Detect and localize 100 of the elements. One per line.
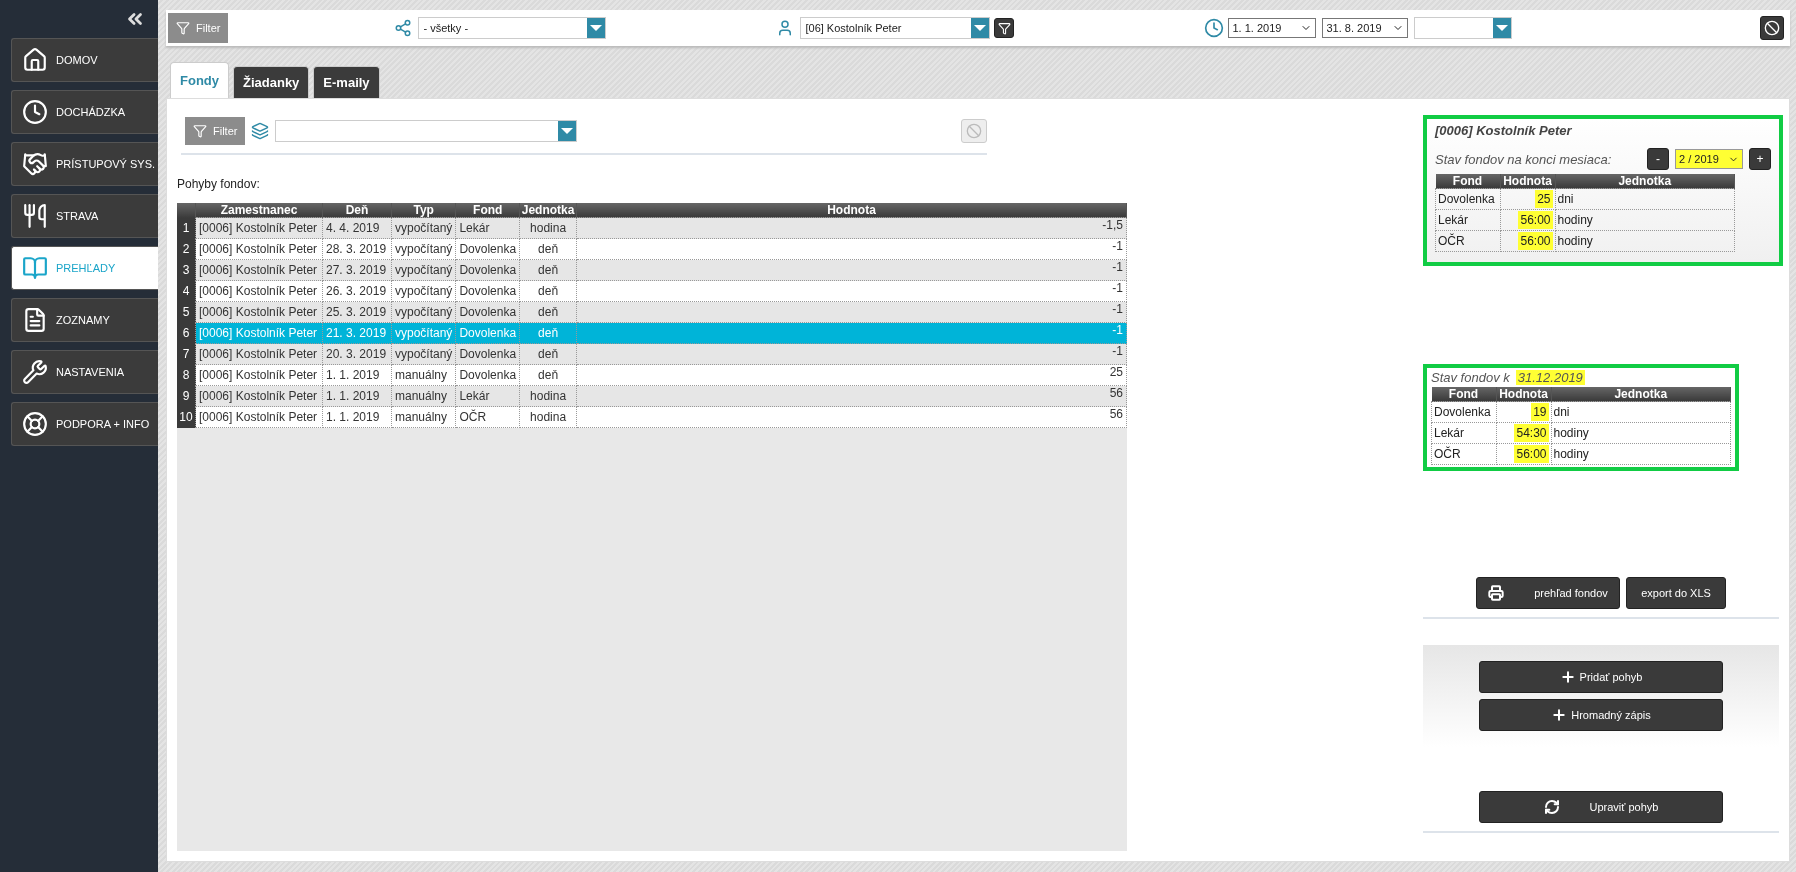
table-cell: 1. 1. 2019 [322,385,392,407]
list-icon [22,307,48,333]
table-cell: manuálny [391,406,456,428]
table-cell: -1 [576,301,1127,323]
group-select[interactable]: - všetky - [418,17,607,39]
date-label: Stav fondov k [1431,370,1510,385]
table-row[interactable]: 5 [0006] Kostolník Peter 25. 3. 2019 vypočítaný Dovolenka deň -1 [177,301,1127,323]
table-cell: 4. 4. 2019 [322,217,392,239]
table-cell: -1 [576,280,1127,302]
table-cell: 56:00 [1500,209,1555,231]
table-row[interactable]: 3 [0006] Kostolník Peter 27. 3. 2019 vypočítaný Dovolenka deň -1 [177,259,1127,281]
employee-select[interactable]: [06] Kostolník Peter [800,17,991,39]
table-cell: Dovolenka [455,238,520,260]
date-from-select[interactable]: 1. 1. 2019 [1228,18,1317,38]
table-cell: manuálny [391,385,456,407]
select-field[interactable] [1414,17,1513,39]
action-button[interactable]: Upraviť pohyb [1479,791,1723,823]
table-cell: 21. 3. 2019 [322,322,392,344]
tab[interactable]: Fondy [170,62,229,98]
layers-icon [251,122,270,140]
table-cell: 25. 3. 2019 [322,301,392,323]
table-cell: 54:30 [1496,422,1551,444]
table-cell: [0006] Kostolník Peter [195,217,323,239]
table-cell: OČR [1435,230,1500,252]
sidebar-item[interactable]: NASTAVENIA [11,350,158,394]
action-button[interactable]: export do XLS [1626,577,1726,609]
handshake-icon [22,151,48,177]
table-cell: [0006] Kostolník Peter [195,406,323,428]
table-cell: hodina [519,406,577,428]
table-cell: hodiny [1551,443,1731,465]
sidebar-item[interactable]: PODPORA + INFO [11,402,158,446]
table-cell: -1 [576,259,1127,281]
table-cell: 27. 3. 2019 [322,259,392,281]
sidebar-item[interactable]: ZOZNAMY [11,298,158,342]
sidebar-item[interactable]: DOMOV [11,38,158,82]
table-cell: hodiny [1551,422,1731,444]
column-header: Hodnota [1500,174,1555,189]
action-button[interactable]: Hromadný zápis [1479,699,1723,731]
table-row[interactable]: 7 [0006] Kostolník Peter 20. 3. 2019 vypočítaný Dovolenka deň -1 [177,343,1127,365]
table-cell: 19 [1496,401,1551,423]
table-row[interactable]: 8 [0006] Kostolník Peter 1. 1. 2019 manuálny Dovolenka deň 25 [177,364,1127,386]
sidebar-item[interactable]: STRAVA [11,194,158,238]
table-cell: dni [1555,188,1735,210]
action-button[interactable]: Pridať pohyb [1479,661,1723,693]
lifebuoy-icon [22,411,48,437]
column-header: Jednotka [1551,387,1731,402]
table-cell: -1 [576,238,1127,260]
table-cell: 1. 1. 2019 [322,406,392,428]
table-cell: [0006] Kostolník Peter [195,301,323,323]
table-cell: Lekár [1435,209,1500,231]
table-cell: deň [519,280,577,302]
table-cell: [0006] Kostolník Peter [195,259,323,281]
column-header: Hodnota [1496,387,1551,402]
book-icon [22,255,48,281]
column-header: Typ [391,203,456,218]
table-cell: vypočítaný [391,301,456,323]
action-button[interactable]: prehľad fondov [1476,577,1620,609]
table-cell: vypočítaný [391,238,456,260]
row-number: 1 [177,217,196,239]
table-cell: vypočítaný [391,259,456,281]
column-header: Fond [1435,174,1500,189]
table-row[interactable]: 2 [0006] Kostolník Peter 28. 3. 2019 vypočítaný Dovolenka deň -1 [177,238,1127,260]
table-cell: Dovolenka [455,280,520,302]
table-cell: OČR [455,406,520,428]
table-cell: 56:00 [1500,230,1555,252]
table-cell: 56 [576,406,1127,428]
row-number: 7 [177,343,196,365]
date-to-select[interactable]: 31. 8. 2019 [1322,18,1409,38]
row-number: 4 [177,280,196,302]
table-cell: -1 [576,343,1127,365]
tab[interactable]: E-maily [313,66,380,98]
table-cell: deň [519,259,577,281]
table-cell: [0006] Kostolník Peter [195,280,323,302]
sidebar-item[interactable]: DOCHÁDZKA [11,90,158,134]
table-cell: hodina [519,385,577,407]
select-field[interactable] [275,120,578,142]
sidebar-item[interactable]: PRÍSTUPOVÝ SYS. [11,142,158,186]
next-button[interactable]: + [1749,148,1771,170]
table-row[interactable]: 10 [0006] Kostolník Peter 1. 1. 2019 manuálny OČR hodina 56 [177,406,1127,428]
table-cell: [0006] Kostolník Peter [195,364,323,386]
previous-button[interactable]: - [1647,148,1669,170]
tab[interactable]: Žiadanky [233,66,310,98]
table-cell: 26. 3. 2019 [322,280,392,302]
table-cell: Dovolenka [455,343,520,365]
table-row[interactable]: 1 [0006] Kostolník Peter 4. 4. 2019 vypočítaný Lekár hodina -1,5 [177,217,1127,239]
section-title: Pohyby fondov: [177,177,261,191]
table-row[interactable]: 4 [0006] Kostolník Peter 26. 3. 2019 vypočítaný Dovolenka deň -1 [177,280,1127,302]
filter-button[interactable] [994,18,1015,38]
column-header: Fond [455,203,520,218]
clear-button[interactable] [1760,16,1784,40]
column-header: Hodnota [576,203,1127,218]
table-cell: 20. 3. 2019 [322,343,392,365]
table-cell: OČR [1431,443,1496,465]
month-select[interactable]: 2 / 2019 [1675,149,1743,169]
table-cell: Lekár [455,217,520,239]
table-cell: Dovolenka [455,301,520,323]
table-cell: Dovolenka [1435,188,1500,210]
table-cell: deň [519,343,577,365]
table-row[interactable]: 9 [0006] Kostolník Peter 1. 1. 2019 manuálny Lekár hodina 56 [177,385,1127,407]
table-row[interactable]: 6 [0006] Kostolník Peter 21. 3. 2019 vypočítaný Dovolenka deň -1 [177,322,1127,344]
